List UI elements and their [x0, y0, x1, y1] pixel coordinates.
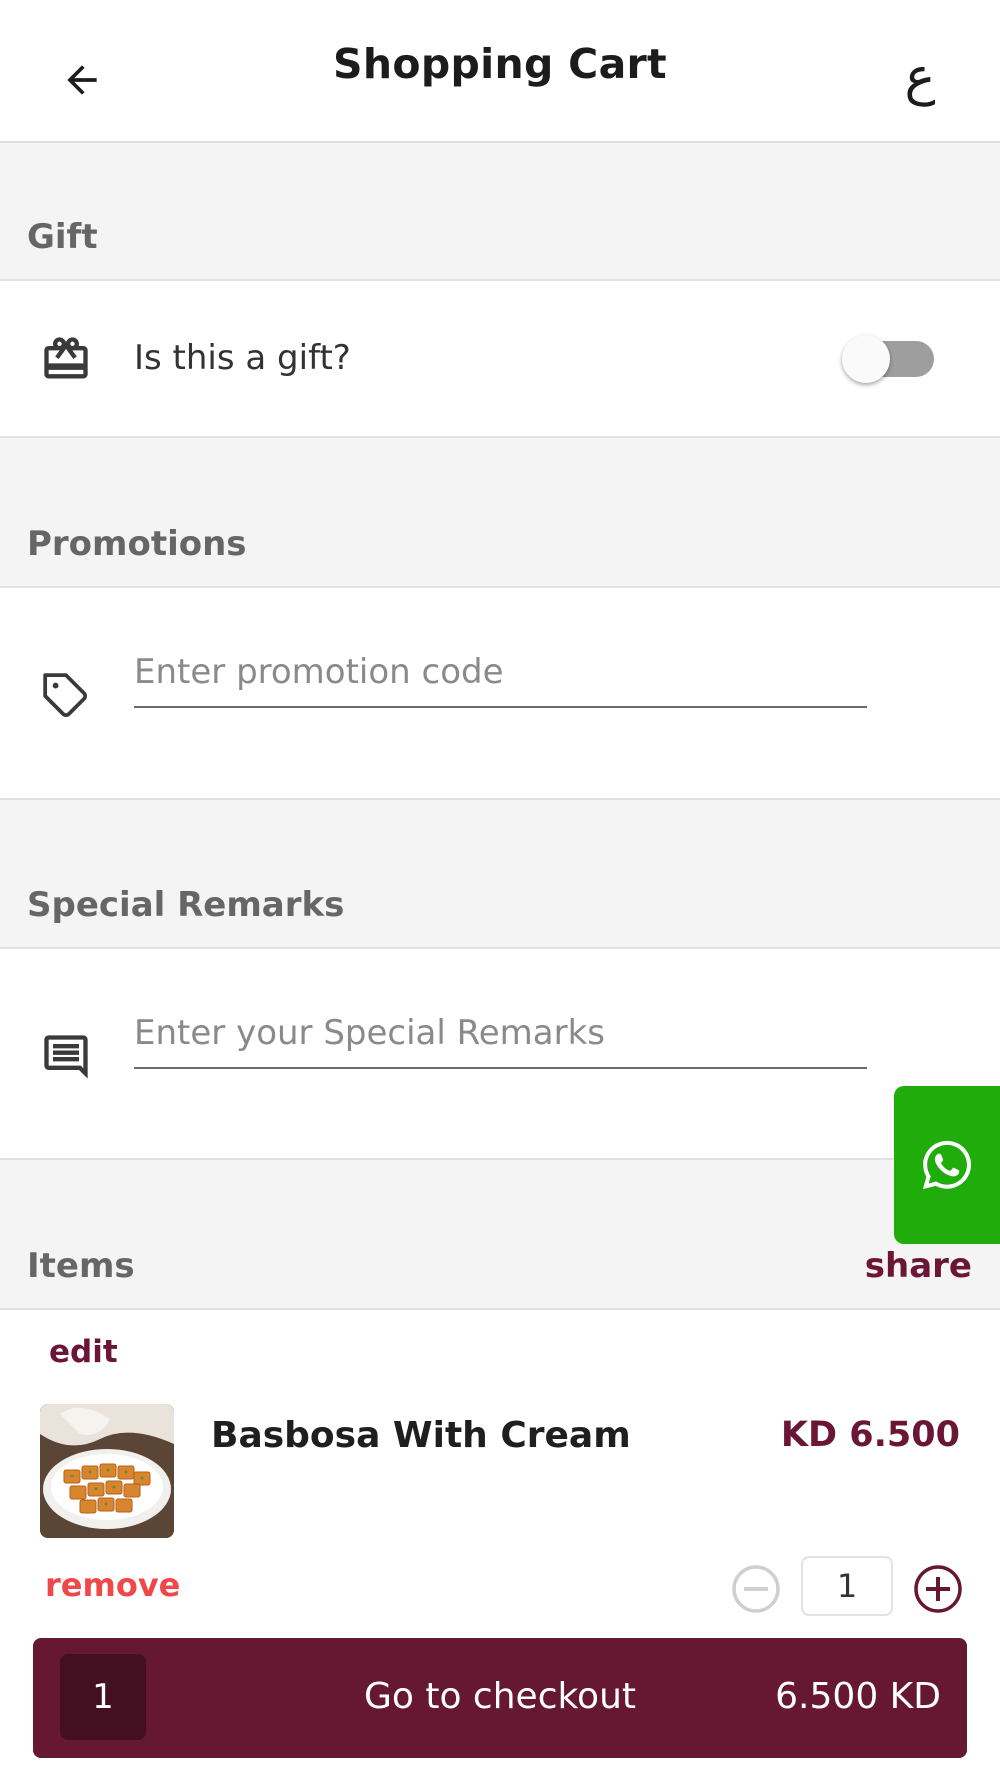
gift-section-label: Gift [27, 217, 98, 257]
app-header: Shopping Cart ع [0, 0, 1000, 143]
tag-icon [38, 668, 94, 724]
promotions-section-label: Promotions [27, 524, 247, 564]
plus-circle-icon [914, 1565, 962, 1613]
cart-item: edit Basbosa With Cream KD 6.500 remove … [0, 1310, 1000, 1640]
decrease-quantity-button[interactable] [730, 1563, 782, 1615]
gift-question-label: Is this a gift? [134, 338, 351, 378]
remarks-row [0, 949, 1000, 1160]
whatsapp-icon [922, 1140, 972, 1190]
promotion-code-input[interactable] [134, 638, 867, 708]
whatsapp-button[interactable] [894, 1086, 1000, 1244]
item-price: KD 6.500 [780, 1415, 960, 1455]
items-section-header: Items share [0, 1160, 1000, 1310]
item-name: Basbosa With Cream [211, 1415, 631, 1456]
share-button[interactable]: share [865, 1246, 972, 1286]
toggle-knob [842, 335, 890, 383]
checkout-total: 6.500 KD [775, 1676, 941, 1717]
item-image [40, 1404, 174, 1538]
increase-quantity-button[interactable] [912, 1563, 964, 1615]
promotion-row [0, 588, 1000, 800]
minus-circle-icon [732, 1565, 780, 1613]
checkout-button[interactable]: 1 Go to checkout 6.500 KD [33, 1638, 967, 1758]
gift-row: Is this a gift? [0, 281, 1000, 438]
edit-item-button[interactable]: edit [49, 1334, 118, 1370]
content: Shopping Cart ع Gift Is this a gift? Pro… [0, 0, 1000, 1778]
remarks-section-header: Special Remarks [0, 800, 1000, 949]
remove-item-button[interactable]: remove [45, 1566, 180, 1604]
special-remarks-input[interactable] [134, 999, 867, 1069]
quantity-value[interactable]: 1 [801, 1556, 893, 1616]
message-icon [38, 1029, 94, 1085]
gift-section-header: Gift [0, 143, 1000, 281]
items-section-label: Items [27, 1246, 135, 1286]
gift-icon [38, 331, 94, 387]
language-toggle-button[interactable]: ع [890, 42, 950, 112]
shopping-cart-page: Shopping Cart ع Gift Is this a gift? Pro… [0, 0, 1000, 1778]
promotions-section-header: Promotions [0, 438, 1000, 588]
page-title: Shopping Cart [333, 40, 667, 88]
gift-toggle[interactable] [838, 333, 944, 385]
remarks-section-label: Special Remarks [27, 885, 345, 925]
